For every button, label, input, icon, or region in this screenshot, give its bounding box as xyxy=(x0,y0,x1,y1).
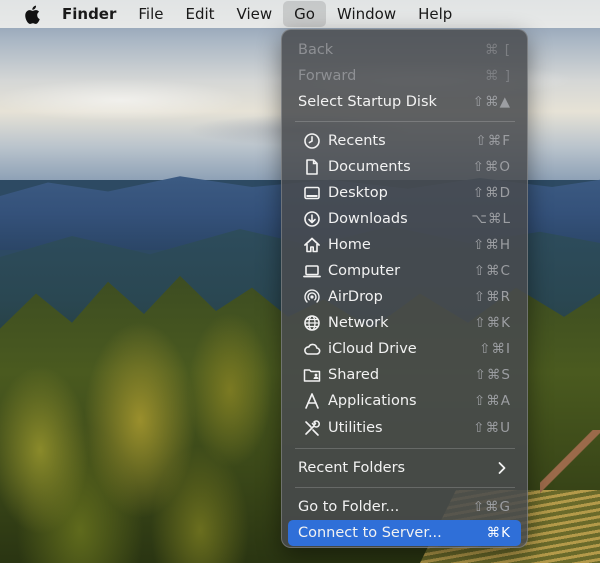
menu-item-shortcut: ⇧⌘▲ xyxy=(472,94,511,110)
airdrop-icon xyxy=(302,287,322,307)
menu-item-shortcut: ⌘ ] xyxy=(484,68,511,84)
menu-item-label: Utilities xyxy=(328,420,383,436)
menu-item-label: Shared xyxy=(328,367,380,383)
menubar-help[interactable]: Help xyxy=(407,0,463,28)
menubar-file[interactable]: File xyxy=(127,0,174,28)
menu-item-shortcut: ⇧⌘I xyxy=(479,341,511,357)
menu-item-computer[interactable]: Computer ⇧⌘C xyxy=(288,258,521,284)
menu-item-recent-folders[interactable]: Recent Folders xyxy=(288,455,521,481)
menu-item-label: Go to Folder... xyxy=(298,499,400,515)
menu-item-shortcut: ⌥⌘L xyxy=(471,211,511,227)
menu-item-label: AirDrop xyxy=(328,289,383,305)
menu-item-label: Network xyxy=(328,315,389,331)
menu-item-desktop[interactable]: Desktop ⇧⌘D xyxy=(288,180,521,206)
menu-item-forward[interactable]: Forward ⌘ ] xyxy=(288,63,521,89)
menubar-finder[interactable]: Finder xyxy=(62,0,127,28)
menu-item-shortcut: ⇧⌘O xyxy=(472,159,511,175)
menu-item-label: iCloud Drive xyxy=(328,341,417,357)
menu-item-label: Forward xyxy=(298,68,357,84)
menu-item-shortcut: ⇧⌘F xyxy=(475,133,511,149)
menu-item-icloud-drive[interactable]: iCloud Drive ⇧⌘I xyxy=(288,336,521,362)
menu-item-go-to-folder[interactable]: Go to Folder... ⇧⌘G xyxy=(288,494,521,520)
menu-item-shortcut: ⌘K xyxy=(486,525,511,541)
menu-separator xyxy=(295,487,515,488)
menubar-edit[interactable]: Edit xyxy=(174,0,225,28)
globe-icon xyxy=(302,313,322,333)
menu-item-recents[interactable]: Recents ⇧⌘F xyxy=(288,128,521,154)
menu-item-shortcut: ⇧⌘U xyxy=(473,420,511,436)
clock-icon xyxy=(302,131,322,151)
menu-item-label: Documents xyxy=(328,159,411,175)
menu-item-downloads[interactable]: Downloads ⌥⌘L xyxy=(288,206,521,232)
menu-separator xyxy=(295,121,515,122)
menu-item-select-startup-disk[interactable]: Select Startup Disk ⇧⌘▲ xyxy=(288,89,521,115)
menu-item-shortcut: ⇧⌘H xyxy=(473,237,511,253)
wallpaper-road xyxy=(540,430,600,500)
laptop-icon xyxy=(302,261,322,281)
menu-item-shortcut: ⇧⌘A xyxy=(473,393,511,409)
menu-item-shortcut: ⇧⌘S xyxy=(474,367,511,383)
menubar-window[interactable]: Window xyxy=(326,0,407,28)
shared-folder-icon xyxy=(302,365,322,385)
menu-item-label: Home xyxy=(328,237,371,253)
apple-menu-icon[interactable] xyxy=(24,5,40,24)
menu-item-airdrop[interactable]: AirDrop ⇧⌘R xyxy=(288,284,521,310)
download-icon xyxy=(302,209,322,229)
menubar-view[interactable]: View xyxy=(226,0,284,28)
menu-item-label: Select Startup Disk xyxy=(298,94,437,110)
menu-item-label: Back xyxy=(298,42,334,58)
menu-item-label: Computer xyxy=(328,263,401,279)
menubar-go[interactable]: Go xyxy=(283,1,326,27)
menu-item-shortcut: ⇧⌘G xyxy=(472,499,511,515)
menu-item-shortcut: ⇧⌘D xyxy=(472,185,511,201)
menu-item-label: Desktop xyxy=(328,185,388,201)
menu-item-label: Downloads xyxy=(328,211,408,227)
menu-item-utilities[interactable]: Utilities ⇧⌘U xyxy=(288,415,521,441)
menu-item-connect-to-server[interactable]: Connect to Server... ⌘K xyxy=(288,520,521,546)
menu-item-home[interactable]: Home ⇧⌘H xyxy=(288,232,521,258)
menu-item-label: Connect to Server... xyxy=(298,525,442,541)
menu-item-applications[interactable]: Applications ⇧⌘A xyxy=(288,388,521,414)
home-icon xyxy=(302,235,322,255)
go-menu: Back ⌘ [ Forward ⌘ ] Select Startup Disk… xyxy=(281,29,528,548)
utilities-icon xyxy=(302,418,322,438)
menu-bar: Finder File Edit View Go Window Help xyxy=(0,0,600,28)
menu-separator xyxy=(295,448,515,449)
chevron-right-icon xyxy=(498,462,506,474)
menu-item-network[interactable]: Network ⇧⌘K xyxy=(288,310,521,336)
desktop: Finder File Edit View Go Window Help Bac… xyxy=(0,0,600,563)
menu-item-shortcut: ⇧⌘C xyxy=(473,263,511,279)
menu-item-label: Applications xyxy=(328,393,417,409)
menu-item-back[interactable]: Back ⌘ [ xyxy=(288,37,521,63)
menu-item-label: Recents xyxy=(328,133,386,149)
menu-item-shortcut: ⌘ [ xyxy=(484,42,511,58)
menu-item-shortcut: ⇧⌘R xyxy=(473,289,511,305)
menu-item-documents[interactable]: Documents ⇧⌘O xyxy=(288,154,521,180)
document-icon xyxy=(302,157,322,177)
applications-icon xyxy=(302,391,322,411)
menu-item-shared[interactable]: Shared ⇧⌘S xyxy=(288,362,521,388)
cloud-icon xyxy=(302,339,322,359)
menu-item-label: Recent Folders xyxy=(298,460,406,476)
menu-item-shortcut: ⇧⌘K xyxy=(474,315,511,331)
desktop-icon xyxy=(302,183,322,203)
